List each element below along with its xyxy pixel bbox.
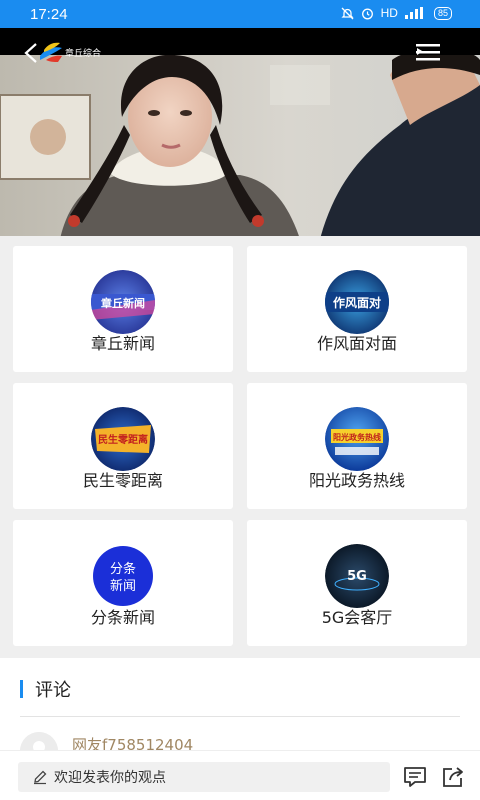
status-time: 17:24 xyxy=(30,6,68,23)
zuofeng-icon: 作风面对 xyxy=(325,270,389,334)
program-card-zuofeng[interactable]: 作风面对 作风面对面 xyxy=(247,246,467,372)
mute-icon xyxy=(341,7,354,19)
program-badge-text-line2: 新闻 xyxy=(110,578,136,594)
5g-icon: 5G xyxy=(325,544,389,608)
comment-input[interactable]: 欢迎发表你的观点 xyxy=(18,762,390,792)
yangguang-icon: 阳光政务热线 xyxy=(325,407,389,471)
program-badge-text: 民生零距离 xyxy=(98,433,148,446)
divider xyxy=(20,716,460,717)
comment-input-placeholder: 欢迎发表你的观点 xyxy=(54,770,166,786)
program-badge-text: 5G xyxy=(347,569,367,584)
network-type: HD xyxy=(380,6,398,20)
status-icons: HD 85 xyxy=(341,6,452,20)
zhangqiu-news-icon: 章丘新闻 xyxy=(91,270,155,334)
program-badge-text: 阳光政务热线 xyxy=(333,432,381,442)
minsheng-icon: 民生零距离 xyxy=(91,407,155,471)
channel-logo-icon xyxy=(40,42,62,62)
program-card-fentiao[interactable]: 分条 新闻 分条新闻 xyxy=(13,520,233,646)
playlist-menu-icon[interactable] xyxy=(416,42,442,62)
signal-icon xyxy=(404,7,423,19)
program-label: 分条新闻 xyxy=(90,608,155,627)
status-bar: 17:24 HD 85 xyxy=(0,0,480,28)
program-card-minsheng[interactable]: 民生零距离 民生零距离 xyxy=(13,383,233,509)
program-badge-text-line1: 分条 xyxy=(110,561,136,577)
comments-header: 评论 xyxy=(20,678,71,701)
program-badge-text: 作风面对 xyxy=(333,295,381,310)
program-badge-text: 章丘新闻 xyxy=(101,296,145,310)
comment-list-icon[interactable] xyxy=(402,765,428,789)
program-card-5g[interactable]: 5G 5G会客厅 xyxy=(247,520,467,646)
accent-bar xyxy=(20,680,23,698)
program-grid: 章丘新闻 章丘新闻 作风面对 作风面对面 民生零距离 民生零距离 阳光政务热线 xyxy=(0,236,480,658)
video-frame xyxy=(0,55,480,236)
program-card-zhangqiu-news[interactable]: 章丘新闻 章丘新闻 xyxy=(13,246,233,372)
alarm-icon xyxy=(361,8,373,19)
share-icon[interactable] xyxy=(440,765,466,789)
video-player[interactable]: 章丘综合 xyxy=(0,28,480,236)
pencil-icon xyxy=(34,770,47,785)
comment-input-bar: 欢迎发表你的观点 xyxy=(0,750,480,800)
comments-title: 评论 xyxy=(35,680,71,701)
program-card-yangguang[interactable]: 阳光政务热线 阳光政务热线 xyxy=(247,383,467,509)
video-topbar: 章丘综合 xyxy=(0,28,480,76)
program-label: 作风面对面 xyxy=(316,334,397,353)
program-label: 民生零距离 xyxy=(82,471,163,490)
channel-name: 章丘综合 xyxy=(65,49,102,59)
program-label: 阳光政务热线 xyxy=(308,471,405,490)
fentiao-icon: 分条 新闻 xyxy=(91,544,155,608)
program-label: 5G会客厅 xyxy=(321,608,393,627)
battery-icon: 85 xyxy=(433,6,452,20)
program-label: 章丘新闻 xyxy=(90,334,155,353)
